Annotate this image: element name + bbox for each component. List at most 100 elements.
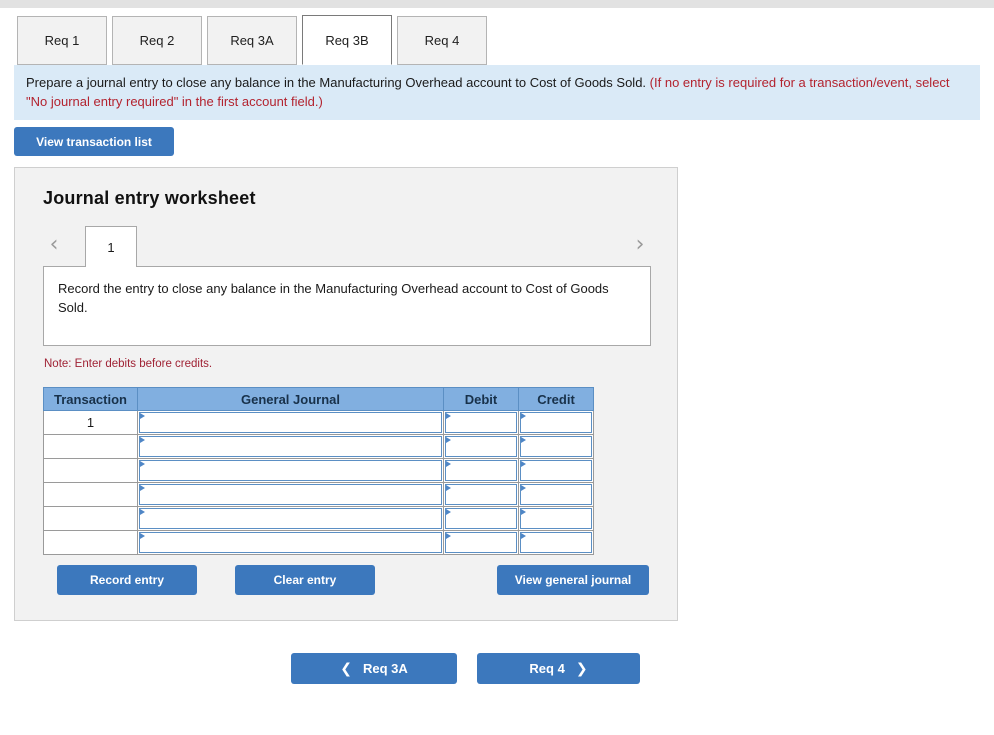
- chevron-right-icon[interactable]: ›: [629, 230, 651, 260]
- tab-req-3b[interactable]: Req 3B: [302, 15, 392, 65]
- credit-input-cell: [518, 458, 594, 483]
- table-row: [43, 506, 594, 531]
- debit-input-field[interactable]: [445, 508, 517, 529]
- column-header-credit: Credit: [518, 387, 594, 411]
- credit-input-cell: [518, 506, 594, 531]
- account-select-field[interactable]: [139, 460, 442, 481]
- credit-input-field[interactable]: [520, 484, 592, 505]
- debit-input-field[interactable]: [445, 484, 517, 505]
- debit-input-field[interactable]: [445, 412, 517, 433]
- debit-input-cell: [443, 506, 519, 531]
- nav-next-button[interactable]: Req 4 ❯: [477, 653, 640, 684]
- input-wrapper: [138, 436, 443, 457]
- account-select-cell: [137, 482, 444, 507]
- input-wrapper: [138, 460, 443, 481]
- input-wrapper: [519, 412, 593, 433]
- input-wrapper: [519, 508, 593, 529]
- input-wrapper: [519, 532, 593, 553]
- transaction-number-cell: [43, 530, 138, 555]
- tab-req-3a[interactable]: Req 3A: [207, 16, 297, 65]
- worksheet-title: Journal entry worksheet: [43, 188, 256, 208]
- journal-entry-worksheet-panel: Journal entry worksheet ‹ 1 › Record the…: [14, 167, 678, 621]
- input-wrapper: [138, 484, 443, 505]
- transaction-number-cell: [43, 458, 138, 483]
- input-wrapper: [444, 484, 518, 505]
- transaction-number-cell: 1: [43, 410, 138, 435]
- account-select-cell: [137, 434, 444, 459]
- credit-input-field[interactable]: [520, 532, 592, 553]
- input-wrapper: [519, 436, 593, 457]
- nav-prev-label: Req 3A: [362, 661, 408, 676]
- instruction-banner: Prepare a journal entry to close any bal…: [14, 65, 980, 120]
- table-row: [43, 530, 594, 555]
- input-wrapper: [138, 532, 443, 553]
- account-select-field[interactable]: [139, 532, 442, 553]
- instruction-main-text: Prepare a journal entry to close any bal…: [26, 75, 647, 90]
- table-row: [43, 458, 594, 483]
- debit-input-field[interactable]: [445, 532, 517, 553]
- tab-req-2[interactable]: Req 2: [112, 16, 202, 65]
- credit-input-field[interactable]: [520, 436, 592, 457]
- tab-label: Req 3A: [230, 33, 274, 48]
- table-row: [43, 482, 594, 507]
- chevron-right-icon: ❯: [575, 660, 588, 677]
- account-select-cell: [137, 530, 444, 555]
- worksheet-page-tab-1[interactable]: 1: [85, 226, 137, 267]
- input-wrapper: [519, 484, 593, 505]
- view-transaction-list-button[interactable]: View transaction list: [14, 127, 174, 156]
- nav-prev-button[interactable]: ❮ Req 3A: [291, 653, 457, 684]
- credit-input-cell: [518, 482, 594, 507]
- input-wrapper: [444, 412, 518, 433]
- requirement-tab-bar: Req 1 Req 2 Req 3A Req 3B Req 4: [0, 13, 994, 65]
- credit-input-field[interactable]: [520, 508, 592, 529]
- input-wrapper: [138, 412, 443, 433]
- account-select-field[interactable]: [139, 508, 442, 529]
- input-wrapper: [444, 508, 518, 529]
- entry-description-box: Record the entry to close any balance in…: [43, 266, 651, 346]
- debit-input-field[interactable]: [445, 436, 517, 457]
- tab-label: Req 2: [139, 33, 175, 48]
- account-select-cell: [137, 458, 444, 483]
- tab-label: Req 1: [44, 33, 80, 48]
- entry-description-text: Record the entry to close any balance in…: [58, 281, 609, 315]
- debit-input-cell: [443, 458, 519, 483]
- account-select-field[interactable]: [139, 436, 442, 457]
- top-bar: [0, 0, 994, 8]
- input-wrapper: [138, 508, 443, 529]
- credit-input-cell: [518, 530, 594, 555]
- clear-entry-button[interactable]: Clear entry: [235, 565, 375, 595]
- nav-next-label: Req 4: [529, 661, 565, 676]
- credit-input-field[interactable]: [520, 412, 592, 433]
- debit-input-cell: [443, 482, 519, 507]
- column-header-transaction: Transaction: [43, 387, 138, 411]
- credit-input-field[interactable]: [520, 460, 592, 481]
- debit-input-field[interactable]: [445, 460, 517, 481]
- chevron-left-icon[interactable]: ‹: [43, 230, 65, 260]
- tab-label: Req 3B: [325, 32, 369, 48]
- tab-req-4[interactable]: Req 4: [397, 16, 487, 65]
- transaction-number-cell: [43, 434, 138, 459]
- debit-input-cell: [443, 434, 519, 459]
- record-entry-button[interactable]: Record entry: [57, 565, 197, 595]
- tab-label: Req 4: [424, 33, 460, 48]
- journal-entry-table: Transaction General Journal Debit Credit…: [43, 387, 594, 555]
- account-select-cell: [137, 506, 444, 531]
- account-select-field[interactable]: [139, 412, 442, 433]
- account-select-field[interactable]: [139, 484, 442, 505]
- table-row: [43, 434, 594, 459]
- transaction-number-cell: [43, 482, 138, 507]
- tab-req-1[interactable]: Req 1: [17, 16, 107, 65]
- input-wrapper: [444, 436, 518, 457]
- credit-input-cell: [518, 410, 594, 435]
- table-header-row: Transaction General Journal Debit Credit: [43, 387, 594, 411]
- worksheet-pager: ‹ 1 ›: [43, 226, 651, 267]
- page-number-label: 1: [107, 239, 115, 255]
- view-general-journal-button[interactable]: View general journal: [497, 565, 649, 595]
- chevron-left-icon: ❮: [340, 660, 352, 677]
- column-header-debit: Debit: [443, 387, 519, 411]
- debits-before-credits-note: Note: Enter debits before credits.: [44, 358, 213, 370]
- input-wrapper: [519, 460, 593, 481]
- debit-input-cell: [443, 410, 519, 435]
- input-wrapper: [444, 460, 518, 481]
- transaction-number-cell: [43, 506, 138, 531]
